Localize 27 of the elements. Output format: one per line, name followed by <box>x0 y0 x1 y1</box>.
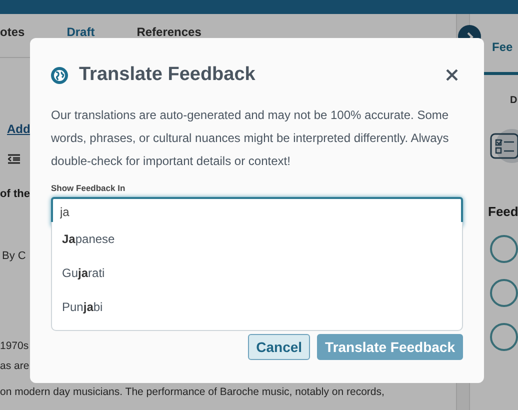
paragraph-line: as are <box>0 360 30 372</box>
heading: of the <box>0 188 30 200</box>
close-icon <box>446 69 458 81</box>
cancel-button[interactable]: Cancel <box>248 334 310 360</box>
progress-ring <box>490 279 518 307</box>
tab[interactable]: References <box>136 25 202 39</box>
close-button[interactable] <box>446 69 458 81</box>
paragraph-line: on modern day musicians. The performance of Baroche music, notably on records, <box>0 386 384 398</box>
dropdown-option[interactable]: Punjabi <box>52 294 462 328</box>
dropdown-option[interactable]: Gujarati <box>52 260 462 294</box>
field-label: Show Feedback In <box>51 183 126 193</box>
panel-subtab[interactable]: D <box>510 95 518 106</box>
paragraph-line: 1970s <box>0 340 29 352</box>
add-link[interactable]: Add <box>7 122 30 136</box>
byline: By C <box>2 250 26 262</box>
globe-icon <box>51 66 68 84</box>
dialog-message: Our translations are auto-generated and may not be 100% accurate. Some words, phrases, or cultural nuances might be interpreted differently. Always double-check for important details or context! <box>51 107 450 170</box>
checklist-icon <box>488 128 518 164</box>
panel-tab[interactable]: Fee <box>492 40 513 54</box>
progress-ring <box>490 323 518 351</box>
tab[interactable]: Draft <box>66 25 95 39</box>
section-title: Feed <box>488 204 518 219</box>
outdent-icon[interactable] <box>8 154 20 164</box>
dialog-title: Translate Feedback <box>79 64 256 86</box>
tab[interactable]: otes <box>0 25 25 39</box>
dropdown-option[interactable]: Japanese <box>52 226 462 260</box>
progress-ring <box>490 235 518 263</box>
